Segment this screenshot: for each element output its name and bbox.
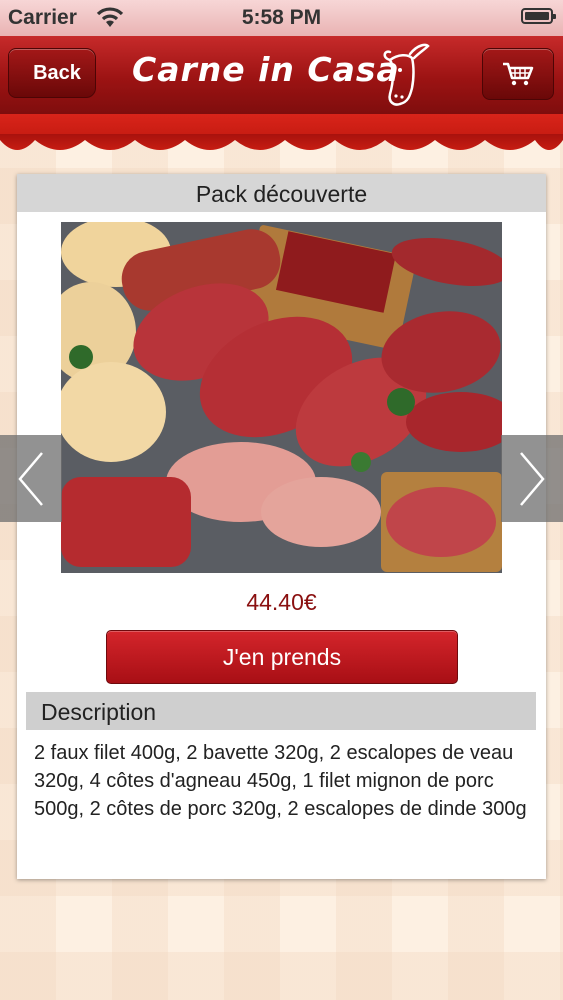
- product-price: 44.40€: [246, 589, 317, 615]
- chevron-right-icon: [520, 451, 545, 506]
- status-bar: Carrier 5:58 PM: [0, 0, 563, 36]
- cart-button[interactable]: [482, 48, 554, 100]
- clock: 5:58 PM: [241, 6, 322, 29]
- add-to-cart-button[interactable]: J'en prends: [106, 630, 458, 684]
- previous-button[interactable]: [0, 435, 62, 522]
- cart-icon: [503, 62, 534, 86]
- brand-title: Carne in Casa: [132, 50, 400, 89]
- chevron-left-icon: [18, 451, 43, 506]
- product-image: [61, 222, 502, 573]
- awning-scallops: [0, 134, 563, 150]
- awning-band: [0, 114, 563, 136]
- back-button[interactable]: Back: [8, 48, 96, 98]
- product-card: Pack découverte 44.40€ J'en prends Descr…: [17, 174, 546, 879]
- cow-logo-icon: [383, 43, 430, 106]
- back-button-label: Back: [33, 61, 81, 84]
- description-header: Description: [26, 692, 536, 730]
- navigation-bar: Back Carne in Casa: [0, 36, 563, 116]
- next-button[interactable]: [501, 435, 563, 522]
- battery-icon: [521, 8, 556, 24]
- product-title: Pack découverte: [17, 174, 546, 212]
- description-text: 2 faux filet 400g, 2 bavette 320g, 2 esc…: [34, 742, 527, 820]
